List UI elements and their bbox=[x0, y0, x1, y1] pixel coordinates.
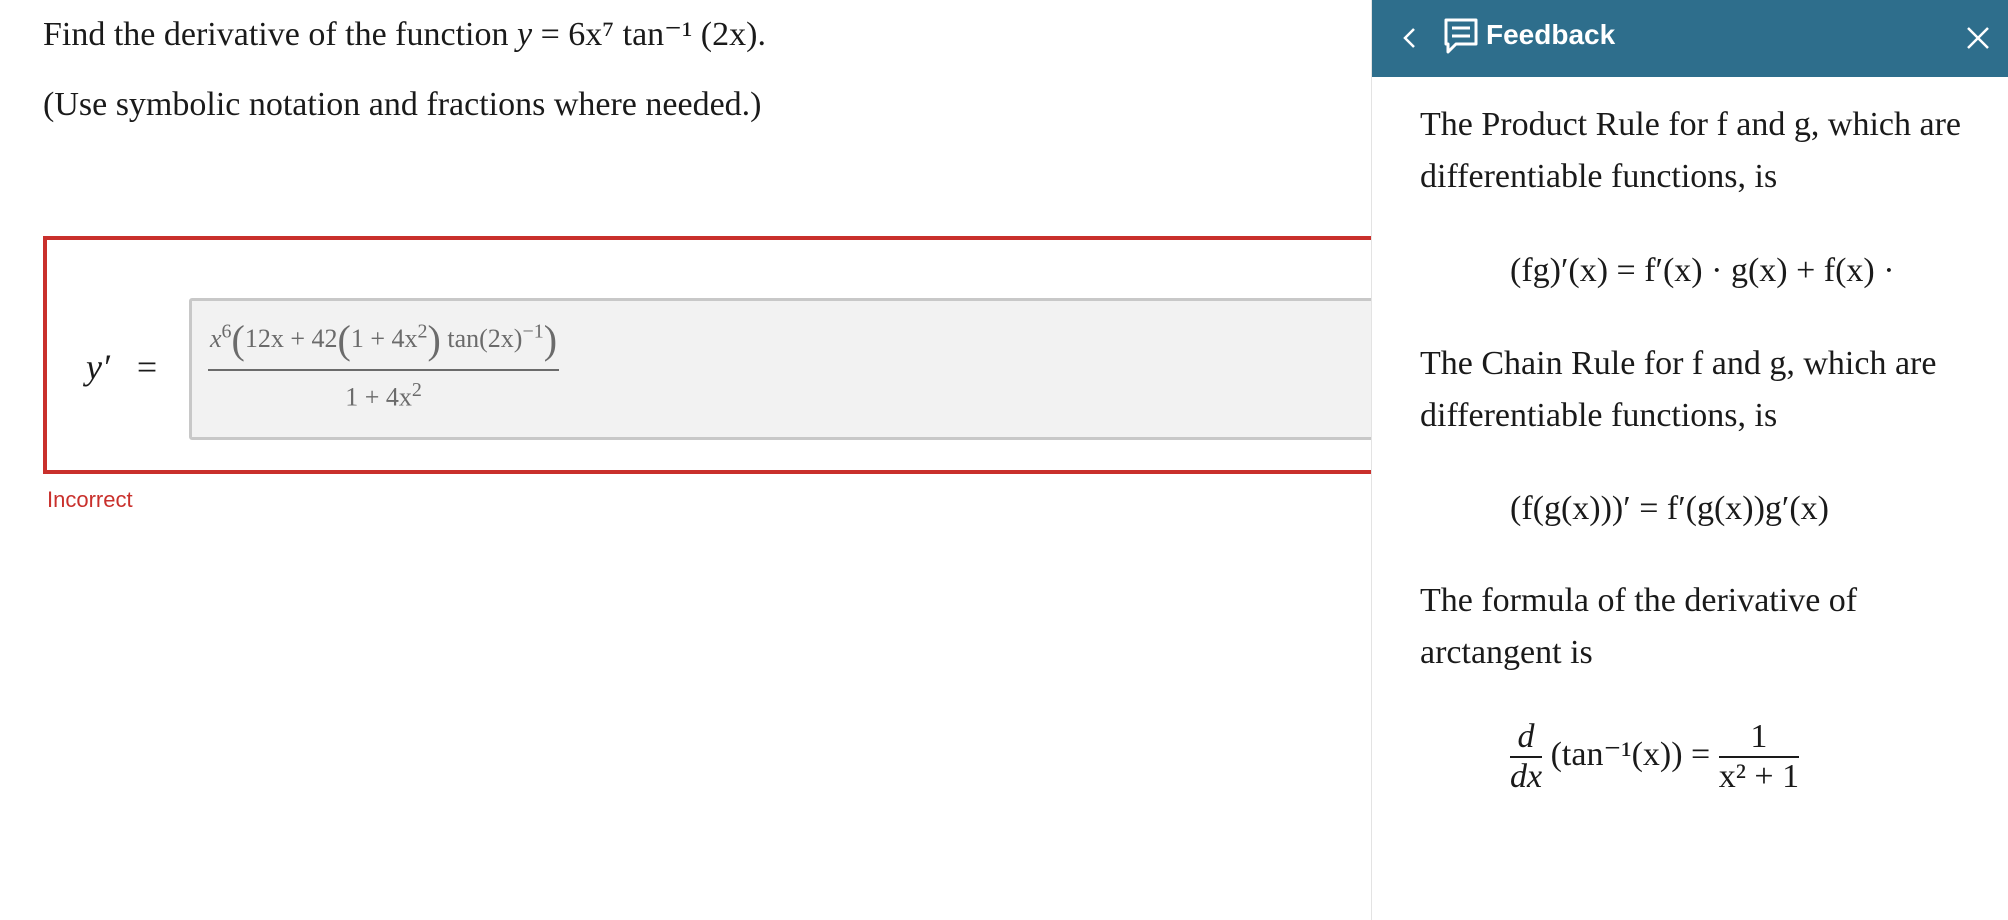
close-icon[interactable] bbox=[1966, 26, 1990, 50]
numerator-sub: 1 + 4x bbox=[350, 324, 418, 353]
numerator-tail: tan(2x) bbox=[447, 324, 523, 353]
chevron-left-icon[interactable] bbox=[1398, 22, 1422, 54]
feedback-icon bbox=[1444, 18, 1478, 54]
feedback-header: Feedback bbox=[1372, 0, 2008, 77]
chain-rule-formula: (f(g(x)))′ = f′(g(x))g′(x) bbox=[1510, 490, 1829, 527]
arctan-middle: (tan⁻¹(x)) = bbox=[1550, 735, 1711, 773]
product-rule-text: The Product Rule for f and g, which are … bbox=[1420, 106, 1961, 195]
arctan-rhs-fraction: 1 x² + 1 bbox=[1718, 718, 1800, 795]
question-prompt-text: Find the derivative of the function bbox=[43, 16, 509, 53]
function-lhs: y bbox=[517, 16, 533, 53]
question-area: Find the derivative of the function y = … bbox=[0, 0, 1489, 920]
answer-fraction[interactable]: x6(12x + 42(1 + 4x2) tan(2x)−1) 1 + 4x2 bbox=[208, 316, 560, 413]
function-equals: = bbox=[540, 16, 560, 53]
answer-equals: = bbox=[136, 347, 158, 387]
d-dx-fraction: d dx bbox=[1510, 718, 1543, 795]
answer-lhs-label: y′ bbox=[86, 347, 110, 387]
arctan-derivative-formula: d dx (tan⁻¹(x)) = 1 x² + 1 bbox=[1510, 718, 1800, 796]
numerator-inner: 12x + 42 bbox=[244, 324, 338, 353]
arctan-text: The formula of the derivative of arctang… bbox=[1420, 582, 1858, 671]
answer-denominator: 1 + 4x2 bbox=[345, 379, 422, 412]
feedback-title: Feedback bbox=[1486, 19, 1616, 50]
answer-lhs: y′ = bbox=[86, 346, 157, 388]
chain-rule-text: The Chain Rule for f and g, which are di… bbox=[1420, 345, 1937, 434]
function-rhs: 6x⁷ tan⁻¹ (2x). bbox=[568, 16, 766, 53]
question-prompt: Find the derivative of the function y = … bbox=[43, 14, 766, 54]
question-instruction: (Use symbolic notation and fractions whe… bbox=[43, 86, 762, 123]
answer-numerator: x6(12x + 42(1 + 4x2) tan(2x)−1) bbox=[208, 316, 560, 371]
status-incorrect: Incorrect bbox=[47, 487, 133, 512]
product-rule-formula: (fg)′(x) = f′(x) · g(x) + f(x) · bbox=[1510, 252, 1895, 289]
